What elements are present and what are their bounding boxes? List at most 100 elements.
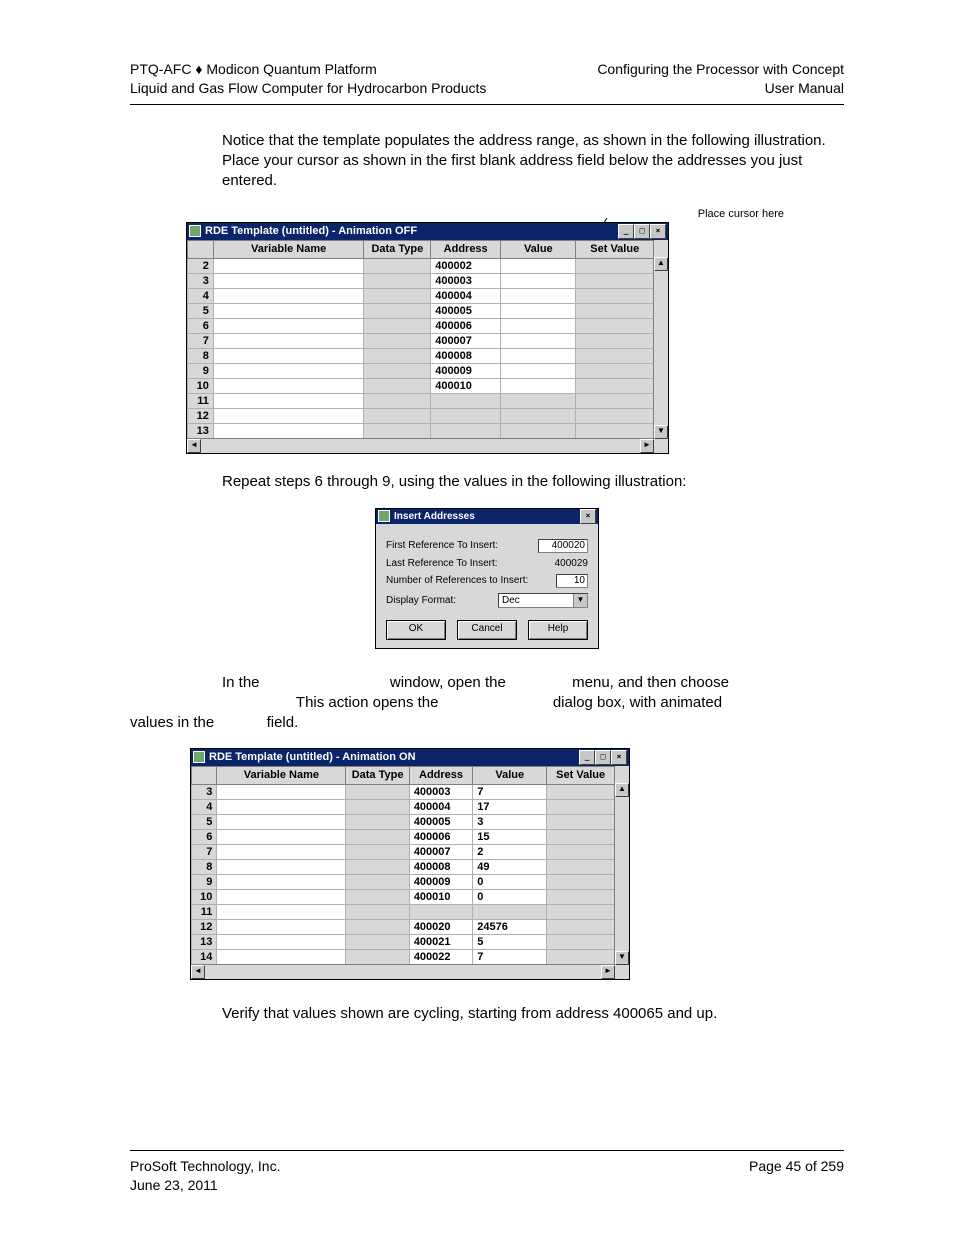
variable-name-cell[interactable] xyxy=(213,408,364,423)
horizontal-scrollbar[interactable]: ◄ ► xyxy=(191,964,615,979)
variable-name-cell[interactable] xyxy=(217,814,346,829)
scroll-left-icon[interactable]: ◄ xyxy=(187,439,201,453)
num-ref-input[interactable]: 10 xyxy=(556,574,588,588)
value-cell[interactable]: 49 xyxy=(473,859,547,874)
set-value-cell[interactable] xyxy=(547,889,615,904)
address-cell[interactable]: 400005 xyxy=(431,303,501,318)
variable-name-cell[interactable] xyxy=(217,874,346,889)
variable-name-cell[interactable] xyxy=(213,333,364,348)
data-type-cell[interactable] xyxy=(346,814,409,829)
data-type-cell[interactable] xyxy=(346,874,409,889)
address-cell[interactable]: 400006 xyxy=(431,318,501,333)
address-cell[interactable]: 400010 xyxy=(431,378,501,393)
address-cell[interactable]: 400008 xyxy=(431,348,501,363)
address-cell[interactable] xyxy=(431,408,501,423)
value-cell[interactable]: 0 xyxy=(473,874,547,889)
data-type-cell[interactable] xyxy=(364,408,431,423)
set-value-cell[interactable] xyxy=(547,829,615,844)
variable-name-cell[interactable] xyxy=(217,799,346,814)
first-ref-input[interactable]: 400020 xyxy=(538,539,588,553)
value-cell[interactable] xyxy=(501,393,576,408)
close-button[interactable]: × xyxy=(580,509,596,524)
set-value-cell[interactable] xyxy=(547,799,615,814)
address-cell[interactable]: 400004 xyxy=(431,288,501,303)
variable-name-cell[interactable] xyxy=(217,844,346,859)
data-type-cell[interactable] xyxy=(346,784,409,799)
value-cell[interactable] xyxy=(501,423,576,438)
set-value-cell[interactable] xyxy=(547,949,615,964)
variable-name-cell[interactable] xyxy=(213,378,364,393)
variable-name-cell[interactable] xyxy=(213,393,364,408)
address-cell[interactable]: 400007 xyxy=(431,333,501,348)
value-cell[interactable]: 7 xyxy=(473,784,547,799)
set-value-cell[interactable] xyxy=(576,333,654,348)
value-cell[interactable] xyxy=(501,333,576,348)
value-cell[interactable] xyxy=(501,378,576,393)
variable-name-cell[interactable] xyxy=(217,949,346,964)
variable-name-cell[interactable] xyxy=(213,348,364,363)
set-value-cell[interactable] xyxy=(547,859,615,874)
set-value-cell[interactable] xyxy=(576,408,654,423)
variable-name-cell[interactable] xyxy=(217,889,346,904)
set-value-cell[interactable] xyxy=(547,784,615,799)
address-cell[interactable]: 400002 xyxy=(431,258,501,273)
set-value-cell[interactable] xyxy=(547,904,615,919)
data-type-cell[interactable] xyxy=(364,393,431,408)
data-type-cell[interactable] xyxy=(364,303,431,318)
data-type-cell[interactable] xyxy=(346,949,409,964)
scroll-left-icon[interactable]: ◄ xyxy=(191,965,205,979)
data-type-cell[interactable] xyxy=(364,288,431,303)
value-cell[interactable]: 0 xyxy=(473,889,547,904)
scroll-up-icon[interactable]: ▲ xyxy=(615,783,629,797)
scroll-down-icon[interactable]: ▼ xyxy=(654,425,668,439)
address-cell[interactable]: 400009 xyxy=(409,874,472,889)
value-cell[interactable]: 17 xyxy=(473,799,547,814)
set-value-cell[interactable] xyxy=(547,934,615,949)
value-cell[interactable] xyxy=(501,258,576,273)
data-type-cell[interactable] xyxy=(364,258,431,273)
value-cell[interactable]: 7 xyxy=(473,949,547,964)
minimize-button[interactable]: _ xyxy=(618,224,634,239)
set-value-cell[interactable] xyxy=(576,378,654,393)
data-type-cell[interactable] xyxy=(364,378,431,393)
set-value-cell[interactable] xyxy=(576,288,654,303)
data-type-cell[interactable] xyxy=(364,363,431,378)
scroll-down-icon[interactable]: ▼ xyxy=(615,951,629,965)
vertical-scrollbar[interactable]: ▲ ▼ xyxy=(653,257,668,439)
vertical-scrollbar[interactable]: ▲ ▼ xyxy=(614,783,629,965)
set-value-cell[interactable] xyxy=(576,258,654,273)
variable-name-cell[interactable] xyxy=(213,423,364,438)
address-cell[interactable] xyxy=(431,423,501,438)
variable-name-cell[interactable] xyxy=(213,273,364,288)
scroll-right-icon[interactable]: ► xyxy=(640,439,654,453)
value-cell[interactable]: 2 xyxy=(473,844,547,859)
variable-name-cell[interactable] xyxy=(213,288,364,303)
data-type-cell[interactable] xyxy=(364,348,431,363)
maximize-button[interactable]: □ xyxy=(634,224,650,239)
address-cell[interactable]: 400003 xyxy=(431,273,501,288)
variable-name-cell[interactable] xyxy=(213,363,364,378)
help-button[interactable]: Help xyxy=(528,620,588,640)
horizontal-scrollbar[interactable]: ◄ ► xyxy=(187,438,654,453)
variable-name-cell[interactable] xyxy=(217,784,346,799)
data-type-cell[interactable] xyxy=(364,333,431,348)
data-type-cell[interactable] xyxy=(346,844,409,859)
address-cell[interactable]: 400021 xyxy=(409,934,472,949)
address-cell[interactable]: 400004 xyxy=(409,799,472,814)
address-cell[interactable]: 400007 xyxy=(409,844,472,859)
value-cell[interactable] xyxy=(473,904,547,919)
variable-name-cell[interactable] xyxy=(217,829,346,844)
variable-name-cell[interactable] xyxy=(213,303,364,318)
variable-name-cell[interactable] xyxy=(217,934,346,949)
resize-corner[interactable] xyxy=(654,439,668,453)
set-value-cell[interactable] xyxy=(547,874,615,889)
ok-button[interactable]: OK xyxy=(386,620,446,640)
scroll-right-icon[interactable]: ► xyxy=(601,965,615,979)
value-cell[interactable] xyxy=(501,348,576,363)
close-button[interactable]: × xyxy=(650,224,666,239)
cancel-button[interactable]: Cancel xyxy=(457,620,517,640)
data-type-cell[interactable] xyxy=(346,919,409,934)
address-cell[interactable]: 400003 xyxy=(409,784,472,799)
close-button[interactable]: × xyxy=(611,750,627,765)
variable-name-cell[interactable] xyxy=(213,258,364,273)
